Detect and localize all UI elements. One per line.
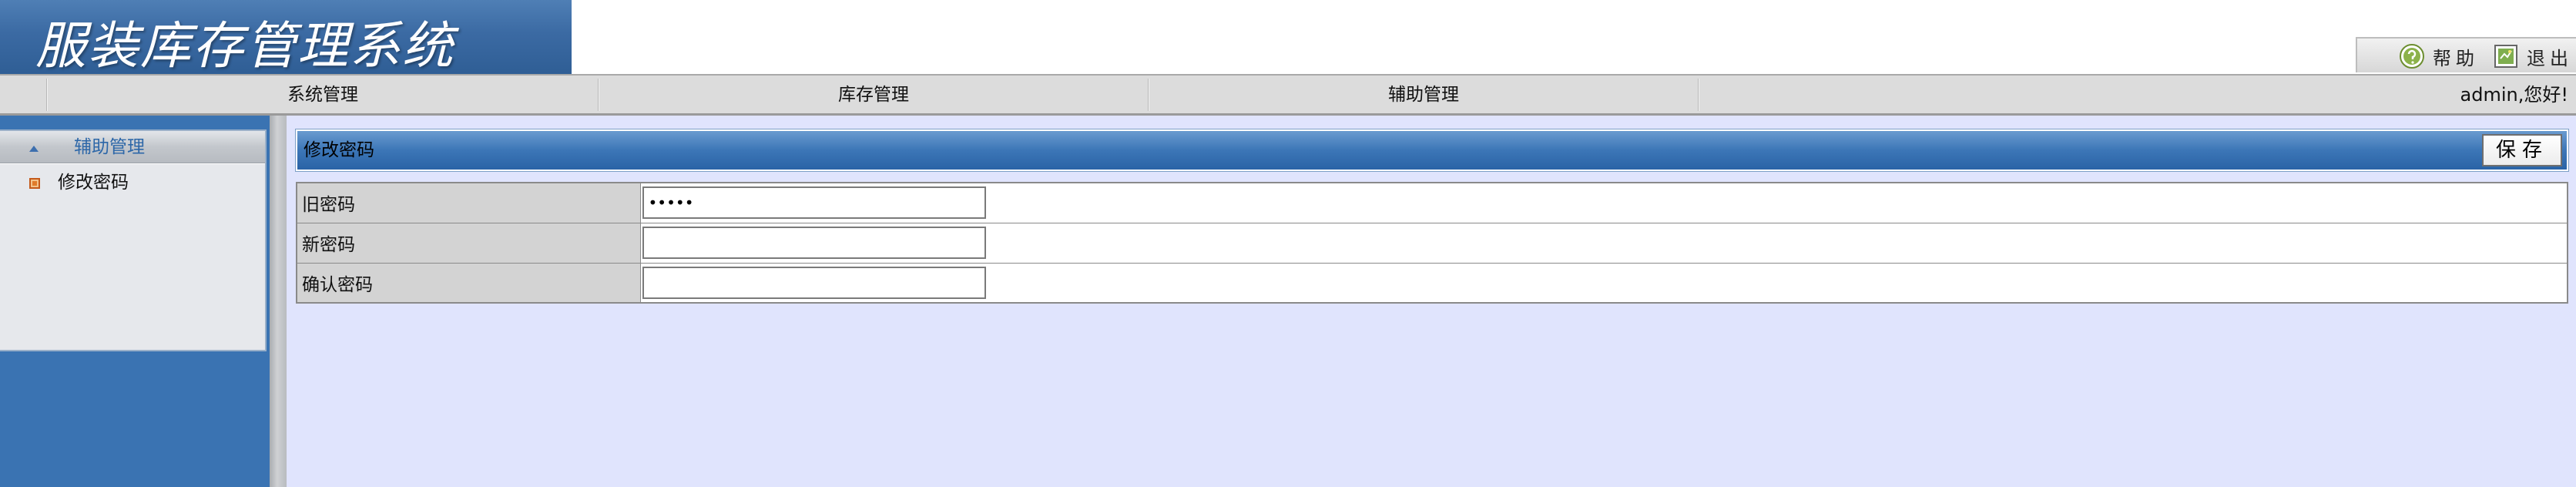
app-header: 服装库存管理系统 帮助 退出 (0, 0, 2576, 76)
old-password-cell (639, 182, 2568, 223)
form-row-old-password: 旧密码 (296, 182, 2568, 223)
sidebar-panel: 辅助管理 修改密码 (0, 129, 267, 351)
logo-banner: 服装库存管理系统 (0, 0, 572, 76)
bullet-square-icon (29, 177, 40, 189)
sidebar-section-body: 修改密码 (0, 164, 265, 350)
confirm-password-input[interactable] (642, 266, 986, 299)
sidebar-item-change-password[interactable]: 修改密码 (0, 166, 265, 200)
confirm-password-label: 确认密码 (296, 262, 641, 304)
old-password-input[interactable] (642, 186, 986, 220)
top-menu-bar: 系统管理 库存管理 辅助管理 admin,您好! (0, 74, 2576, 116)
sidebar: 辅助管理 修改密码 (0, 116, 270, 487)
new-password-label: 新密码 (296, 222, 641, 264)
sidebar-section-title: 辅助管理 (74, 137, 145, 157)
panel-splitter[interactable] (270, 116, 287, 487)
new-password-input[interactable] (642, 227, 986, 259)
help-label: 帮助 (2433, 47, 2479, 69)
exit-icon (2493, 43, 2519, 69)
help-circle-icon (2399, 43, 2425, 69)
menu-divider (1698, 79, 1699, 111)
menu-item-auxiliary[interactable]: 辅助管理 (1149, 76, 1698, 114)
main-content: 修改密码 保存 旧密码 新密码 确认密码 (287, 116, 2576, 487)
old-password-label: 旧密码 (296, 182, 641, 223)
form-title-bar: 修改密码 保存 (295, 129, 2569, 172)
form-row-new-password: 新密码 (296, 222, 2568, 264)
sidebar-item-label: 修改密码 (58, 173, 129, 193)
form-row-confirm-password: 确认密码 (296, 262, 2568, 304)
sidebar-section-header[interactable]: 辅助管理 (0, 131, 265, 163)
logout-button[interactable]: 退出 (2493, 43, 2573, 69)
help-button[interactable]: 帮助 (2399, 43, 2479, 69)
header-toolbar: 帮助 退出 (2356, 37, 2576, 72)
app-title: 服装库存管理系统 (35, 16, 454, 76)
logout-label: 退出 (2527, 47, 2573, 69)
menu-item-inventory[interactable]: 库存管理 (599, 76, 1148, 114)
confirm-password-cell (639, 262, 2568, 304)
password-form-table: 旧密码 新密码 确认密码 (296, 182, 2568, 304)
welcome-message: admin,您好! (2460, 84, 2568, 106)
menu-item-system[interactable]: 系统管理 (48, 76, 598, 114)
new-password-cell (639, 222, 2568, 264)
collapse-arrow-icon[interactable] (28, 142, 40, 152)
form-title: 修改密码 (304, 140, 374, 160)
save-button[interactable]: 保存 (2482, 134, 2562, 166)
